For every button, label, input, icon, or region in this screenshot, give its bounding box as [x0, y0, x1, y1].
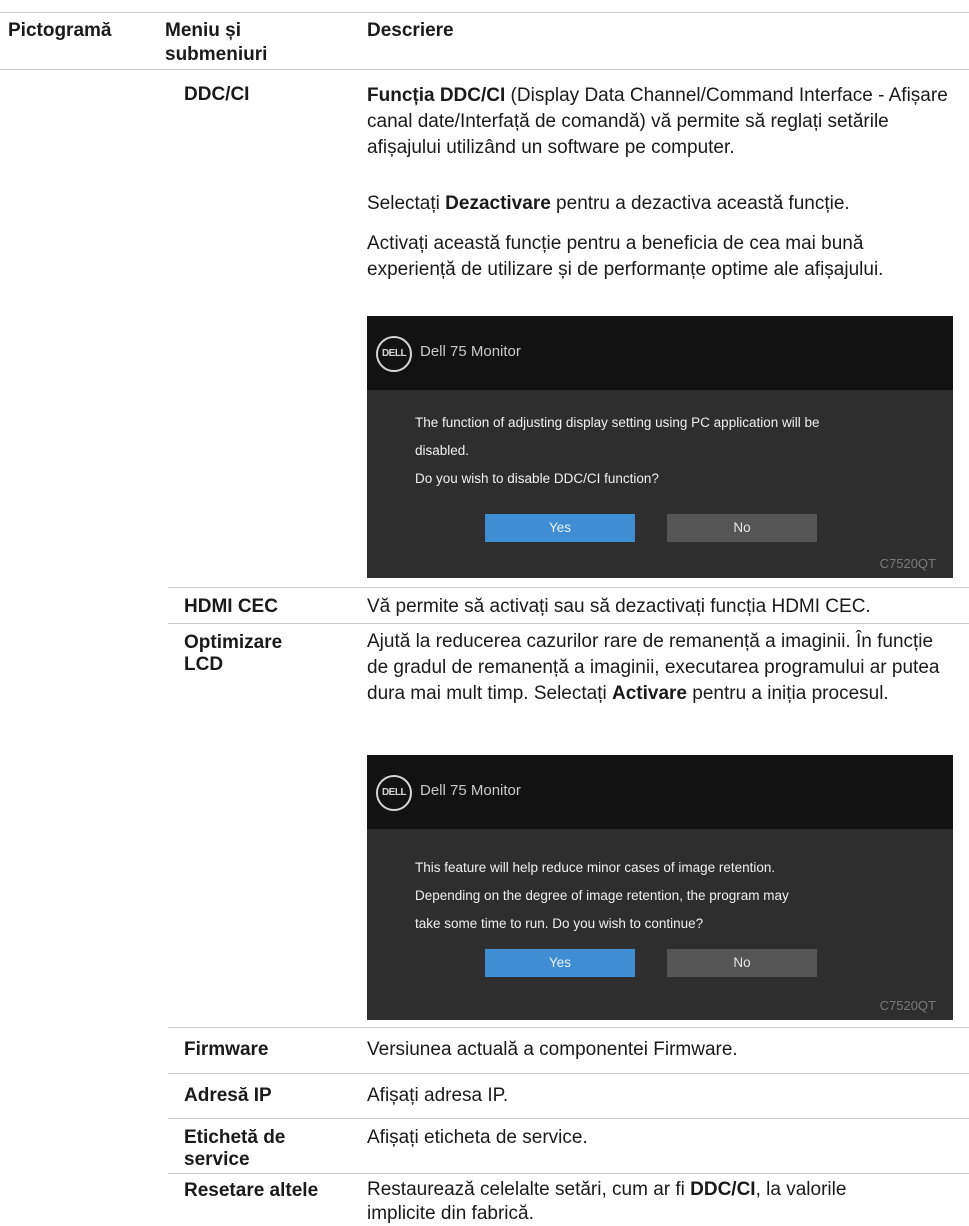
menu-service-tag-label: Etichetă de service: [184, 1127, 285, 1171]
header-menu-column: Meniu și submeniuri: [165, 20, 268, 65]
row-separator: [168, 1118, 969, 1119]
lcd-label-line: Optimizare: [184, 632, 283, 653]
header-icon-column: Pictogramă: [8, 20, 112, 41]
osd-model-number: C7520QT: [879, 556, 936, 571]
ddcci-disable-pre: Selectați: [367, 193, 446, 214]
osd-yes-button[interactable]: Yes: [485, 949, 635, 977]
osd-message-line: Do you wish to disable DDC/CI function?: [415, 471, 659, 486]
menu-ddcci-label: DDC/CI: [184, 84, 250, 105]
lcd-optimization-description: Ajută la reducerea cazurilor rare de rem…: [367, 629, 957, 707]
menu-reset-others-label: Resetare altele: [184, 1180, 319, 1201]
reset-desc-pre: Restaurează celelalte setări, cum ar fi: [367, 1179, 691, 1200]
row-separator: [168, 1073, 969, 1074]
menu-lcd-optimization-label: Optimizare LCD: [184, 632, 282, 676]
ddcci-disable-paragraph: Selectați Dezactivare pentru a dezactiva…: [367, 191, 967, 217]
dell-logo-icon: DELL: [376, 336, 412, 372]
ddcci-description: Funcția DDC/CI (Display Data Channel/Com…: [367, 83, 957, 161]
osd-title: Dell 75 Monitor: [420, 343, 521, 360]
osd-message-line: This feature will help reduce minor case…: [415, 860, 776, 875]
osd-message-line: disabled.: [415, 443, 470, 458]
osd-title: Dell 75 Monitor: [420, 782, 521, 799]
osd-no-button[interactable]: No: [667, 949, 817, 977]
header-description-column: Descriere: [367, 20, 454, 41]
dell-logo-icon: DELL: [376, 775, 412, 811]
service-label-line: Etichetă de: [184, 1127, 286, 1148]
ddcci-function-bold: Funcția DDC/CI: [367, 85, 506, 106]
menu-firmware-label: Firmware: [184, 1039, 269, 1060]
lcd-desc-bold: Activare: [611, 683, 687, 704]
osd-message-line: Depending on the degree of image retenti…: [415, 888, 789, 903]
service-tag-description: Afișați eticheta de service.: [367, 1127, 588, 1148]
osd-message-line: take some time to run. Do you wish to co…: [415, 916, 704, 931]
osd-no-button[interactable]: No: [667, 514, 817, 542]
row-separator: [168, 587, 969, 588]
osd-message-line: The function of adjusting display settin…: [415, 415, 820, 430]
menu-ip-address-label: Adresă IP: [184, 1085, 272, 1106]
ddcci-enable-paragraph: Activați această funcție pentru a benefi…: [367, 233, 884, 280]
ddcci-disable-bold: Dezactivare: [445, 193, 551, 214]
osd-header: DELL Dell 75 Monitor: [367, 755, 953, 829]
lcd-desc-post: pentru a iniția procesul.: [686, 683, 889, 704]
header-top-rule: [0, 12, 969, 13]
row-separator: [168, 1027, 969, 1028]
header-bottom-rule: [0, 69, 969, 70]
osd-model-number: C7520QT: [879, 998, 936, 1013]
hdmi-cec-description: Vă permite să activați sau să dezactivaț…: [367, 596, 871, 617]
lcd-label-line: LCD: [184, 654, 224, 675]
ddcci-osd-dialog: DELL Dell 75 Monitor The function of adj…: [367, 316, 953, 578]
reset-desc-bold: DDC/CI: [690, 1179, 756, 1200]
row-separator: [168, 623, 969, 624]
ip-address-description: Afișați adresa IP.: [367, 1085, 509, 1106]
osd-header: DELL Dell 75 Monitor: [367, 316, 953, 390]
osd-yes-button[interactable]: Yes: [485, 514, 635, 542]
reset-others-description: Restaurează celelalte setări, cum ar fi …: [367, 1178, 887, 1226]
row-separator: [168, 1173, 969, 1174]
ddcci-disable-post: pentru a dezactiva această funcție.: [550, 193, 850, 214]
menu-hdmi-cec-label: HDMI CEC: [184, 596, 278, 617]
lcd-osd-dialog: DELL Dell 75 Monitor This feature will h…: [367, 755, 953, 1020]
service-label-line: service: [184, 1149, 250, 1170]
firmware-description: Versiunea actuală a componentei Firmware…: [367, 1039, 738, 1060]
